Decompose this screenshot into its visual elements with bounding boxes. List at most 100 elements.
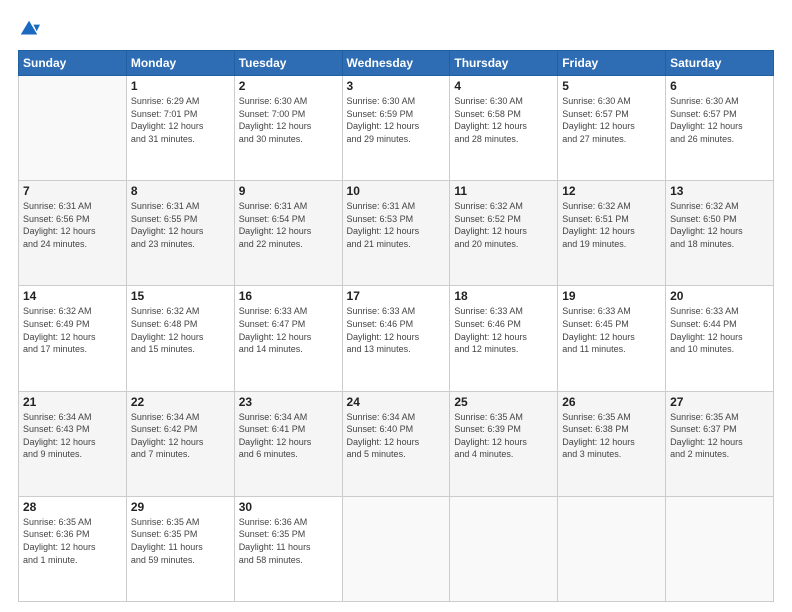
- calendar-week-row: 7 Sunrise: 6:31 AM Sunset: 6:56 PM Daylig…: [19, 181, 774, 286]
- calendar-cell: 4Sunrise: 6:30 AM Sunset: 6:58 PM Daylig…: [450, 76, 558, 181]
- calendar-cell: 22Sunrise: 6:34 AM Sunset: 6:42 PM Dayli…: [126, 391, 234, 496]
- calendar-week-row: 21 Sunrise: 6:34 AM Sunset: 6:43 PM Dayli…: [19, 391, 774, 496]
- calendar-cell: 12 Sunrise: 6:32 AM Sunset: 6:51 PM Dayli…: [558, 181, 666, 286]
- day-number: 6: [670, 79, 769, 93]
- day-number: 27: [670, 395, 769, 409]
- day-number: 8: [131, 184, 230, 198]
- day-info: Sunrise: 6:31 AM Sunset: 6:54 PM Dayligh…: [239, 200, 338, 250]
- day-info: Sunrise: 6:31 AM Sunset: 6:53 PM Dayligh…: [347, 200, 446, 250]
- calendar-cell: [666, 496, 774, 601]
- calendar-cell: 19Sunrise: 6:33 AM Sunset: 6:45 PM Dayli…: [558, 286, 666, 391]
- day-number: 20: [670, 289, 769, 303]
- calendar-cell: 11Sunrise: 6:32 AM Sunset: 6:52 PM Dayli…: [450, 181, 558, 286]
- day-info: Sunrise: 6:33 AM Sunset: 6:46 PM Dayligh…: [347, 305, 446, 355]
- calendar-week-row: 28 Sunrise: 6:35 AM Sunset: 6:36 PM Dayli…: [19, 496, 774, 601]
- day-info: Sunrise: 6:35 AM Sunset: 6:37 PM Dayligh…: [670, 411, 769, 461]
- day-info: Sunrise: 6:35 AM Sunset: 6:36 PM Dayligh…: [23, 516, 122, 566]
- calendar-cell: 3 Sunrise: 6:30 AM Sunset: 6:59 PM Daylig…: [342, 76, 450, 181]
- calendar-cell: 23 Sunrise: 6:34 AM Sunset: 6:41 PM Dayli…: [234, 391, 342, 496]
- calendar-cell: [19, 76, 127, 181]
- calendar-cell: 21 Sunrise: 6:34 AM Sunset: 6:43 PM Dayli…: [19, 391, 127, 496]
- calendar-cell: 25 Sunrise: 6:35 AM Sunset: 6:39 PM Dayli…: [450, 391, 558, 496]
- day-info: Sunrise: 6:33 AM Sunset: 6:47 PM Dayligh…: [239, 305, 338, 355]
- calendar-week-row: 1 Sunrise: 6:29 AM Sunset: 7:01 PM Daylig…: [19, 76, 774, 181]
- day-number: 18: [454, 289, 553, 303]
- calendar-cell: 18 Sunrise: 6:33 AM Sunset: 6:46 PM Dayli…: [450, 286, 558, 391]
- weekday-header: Thursday: [450, 51, 558, 76]
- day-info: Sunrise: 6:32 AM Sunset: 6:48 PM Dayligh…: [131, 305, 230, 355]
- calendar-cell: 2 Sunrise: 6:30 AM Sunset: 7:00 PM Daylig…: [234, 76, 342, 181]
- day-info: Sunrise: 6:35 AM Sunset: 6:35 PM Dayligh…: [131, 516, 230, 566]
- day-number: 23: [239, 395, 338, 409]
- weekday-header: Wednesday: [342, 51, 450, 76]
- calendar-cell: 29 Sunrise: 6:35 AM Sunset: 6:35 PM Dayli…: [126, 496, 234, 601]
- calendar-cell: [342, 496, 450, 601]
- day-number: 24: [347, 395, 446, 409]
- weekday-header: Sunday: [19, 51, 127, 76]
- calendar-cell: 8 Sunrise: 6:31 AM Sunset: 6:55 PM Daylig…: [126, 181, 234, 286]
- day-number: 21: [23, 395, 122, 409]
- day-info: Sunrise: 6:30 AM Sunset: 6:58 PM Dayligh…: [454, 95, 553, 145]
- calendar-cell: 7 Sunrise: 6:31 AM Sunset: 6:56 PM Daylig…: [19, 181, 127, 286]
- day-info: Sunrise: 6:34 AM Sunset: 6:40 PM Dayligh…: [347, 411, 446, 461]
- logo: [18, 18, 44, 40]
- page: SundayMondayTuesdayWednesdayThursdayFrid…: [0, 0, 792, 612]
- day-number: 3: [347, 79, 446, 93]
- day-info: Sunrise: 6:34 AM Sunset: 6:41 PM Dayligh…: [239, 411, 338, 461]
- day-number: 17: [347, 289, 446, 303]
- day-info: Sunrise: 6:34 AM Sunset: 6:43 PM Dayligh…: [23, 411, 122, 461]
- day-info: Sunrise: 6:32 AM Sunset: 6:49 PM Dayligh…: [23, 305, 122, 355]
- day-number: 10: [347, 184, 446, 198]
- day-info: Sunrise: 6:35 AM Sunset: 6:39 PM Dayligh…: [454, 411, 553, 461]
- day-number: 5: [562, 79, 661, 93]
- day-info: Sunrise: 6:30 AM Sunset: 7:00 PM Dayligh…: [239, 95, 338, 145]
- day-number: 7: [23, 184, 122, 198]
- header: [18, 18, 774, 40]
- day-info: Sunrise: 6:30 AM Sunset: 6:57 PM Dayligh…: [670, 95, 769, 145]
- day-info: Sunrise: 6:31 AM Sunset: 6:55 PM Dayligh…: [131, 200, 230, 250]
- calendar-cell: 14 Sunrise: 6:32 AM Sunset: 6:49 PM Dayli…: [19, 286, 127, 391]
- day-number: 16: [239, 289, 338, 303]
- day-info: Sunrise: 6:33 AM Sunset: 6:44 PM Dayligh…: [670, 305, 769, 355]
- day-number: 9: [239, 184, 338, 198]
- weekday-header: Friday: [558, 51, 666, 76]
- calendar-cell: 9 Sunrise: 6:31 AM Sunset: 6:54 PM Daylig…: [234, 181, 342, 286]
- calendar-table: SundayMondayTuesdayWednesdayThursdayFrid…: [18, 50, 774, 602]
- logo-icon: [18, 18, 40, 40]
- calendar-cell: 16 Sunrise: 6:33 AM Sunset: 6:47 PM Dayli…: [234, 286, 342, 391]
- calendar-cell: 20 Sunrise: 6:33 AM Sunset: 6:44 PM Dayli…: [666, 286, 774, 391]
- day-info: Sunrise: 6:32 AM Sunset: 6:51 PM Dayligh…: [562, 200, 661, 250]
- calendar-cell: [558, 496, 666, 601]
- weekday-header: Monday: [126, 51, 234, 76]
- calendar-cell: 24 Sunrise: 6:34 AM Sunset: 6:40 PM Dayli…: [342, 391, 450, 496]
- calendar-cell: 5Sunrise: 6:30 AM Sunset: 6:57 PM Daylig…: [558, 76, 666, 181]
- day-info: Sunrise: 6:32 AM Sunset: 6:50 PM Dayligh…: [670, 200, 769, 250]
- calendar-cell: 15 Sunrise: 6:32 AM Sunset: 6:48 PM Dayli…: [126, 286, 234, 391]
- day-number: 1: [131, 79, 230, 93]
- day-info: Sunrise: 6:29 AM Sunset: 7:01 PM Dayligh…: [131, 95, 230, 145]
- day-info: Sunrise: 6:35 AM Sunset: 6:38 PM Dayligh…: [562, 411, 661, 461]
- day-number: 29: [131, 500, 230, 514]
- weekday-header: Saturday: [666, 51, 774, 76]
- calendar-cell: 6 Sunrise: 6:30 AM Sunset: 6:57 PM Daylig…: [666, 76, 774, 181]
- day-number: 22: [131, 395, 230, 409]
- day-number: 2: [239, 79, 338, 93]
- weekday-header: Tuesday: [234, 51, 342, 76]
- calendar-cell: 27 Sunrise: 6:35 AM Sunset: 6:37 PM Dayli…: [666, 391, 774, 496]
- day-info: Sunrise: 6:30 AM Sunset: 6:59 PM Dayligh…: [347, 95, 446, 145]
- day-info: Sunrise: 6:33 AM Sunset: 6:46 PM Dayligh…: [454, 305, 553, 355]
- day-number: 12: [562, 184, 661, 198]
- day-info: Sunrise: 6:36 AM Sunset: 6:35 PM Dayligh…: [239, 516, 338, 566]
- day-number: 28: [23, 500, 122, 514]
- day-number: 15: [131, 289, 230, 303]
- calendar-cell: 1 Sunrise: 6:29 AM Sunset: 7:01 PM Daylig…: [126, 76, 234, 181]
- day-number: 25: [454, 395, 553, 409]
- calendar-cell: 13 Sunrise: 6:32 AM Sunset: 6:50 PM Dayli…: [666, 181, 774, 286]
- calendar-cell: [450, 496, 558, 601]
- day-number: 14: [23, 289, 122, 303]
- day-number: 13: [670, 184, 769, 198]
- calendar-cell: 28 Sunrise: 6:35 AM Sunset: 6:36 PM Dayli…: [19, 496, 127, 601]
- day-info: Sunrise: 6:31 AM Sunset: 6:56 PM Dayligh…: [23, 200, 122, 250]
- calendar-header-row: SundayMondayTuesdayWednesdayThursdayFrid…: [19, 51, 774, 76]
- calendar-cell: 17 Sunrise: 6:33 AM Sunset: 6:46 PM Dayli…: [342, 286, 450, 391]
